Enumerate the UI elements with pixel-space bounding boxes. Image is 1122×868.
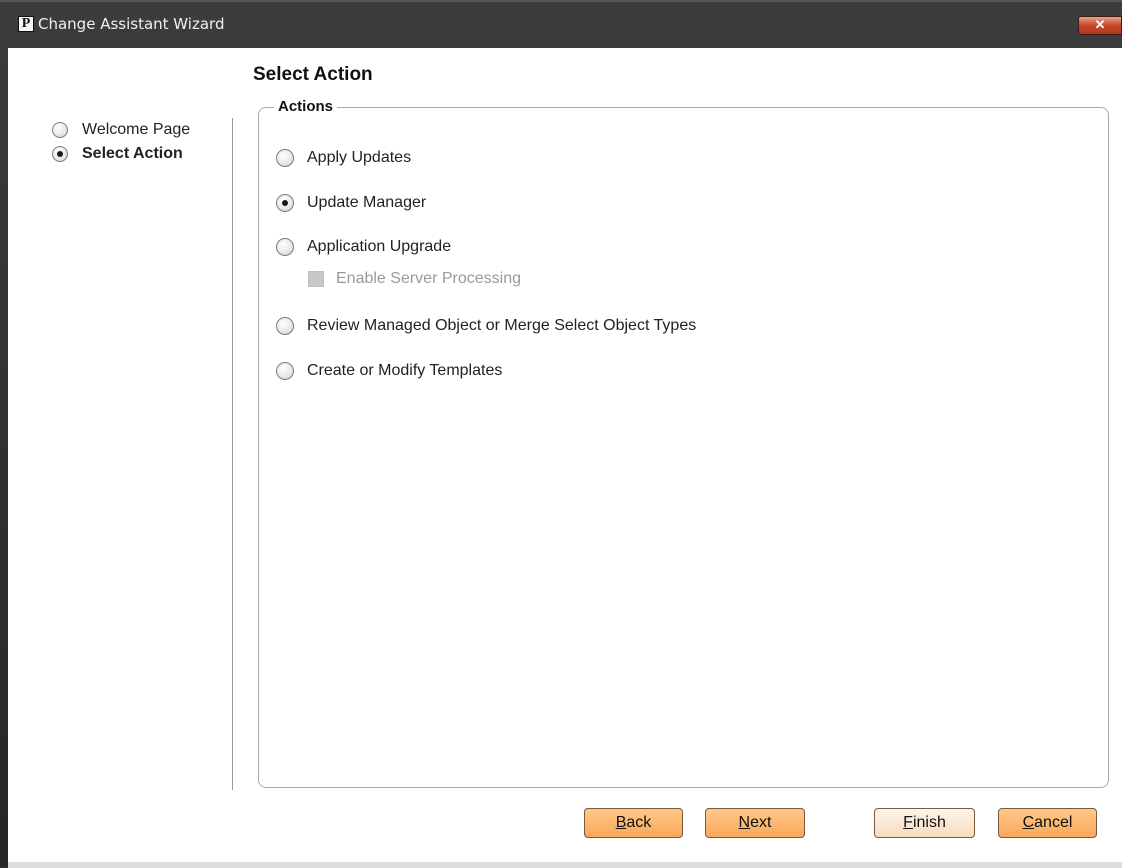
cancel-button[interactable]: Cancel (998, 808, 1097, 838)
checkbox-icon (308, 271, 324, 287)
nav-item-select-action[interactable]: Select Action (52, 144, 183, 164)
actions-group-legend: Actions (274, 98, 338, 115)
nav-item-label: Welcome Page (82, 121, 191, 138)
radio-selected-icon[interactable] (276, 194, 294, 212)
option-create-modify-templates[interactable]: Create or Modify Templates (276, 361, 502, 381)
cancel-mnemonic: C (1022, 814, 1035, 831)
option-label: Create or Modify Templates (307, 362, 503, 379)
page-title: Select Action (253, 64, 373, 85)
wizard-window: P Change Assistant Wizard ✕ Welcome Page… (0, 0, 1122, 868)
title-bar: P Change Assistant Wizard ✕ (0, 2, 1122, 48)
radio-icon[interactable] (276, 149, 294, 167)
next-mnemonic: N (738, 814, 751, 831)
window-title: Change Assistant Wizard (38, 15, 225, 33)
back-mnemonic: B (615, 814, 627, 831)
back-button[interactable]: Back (584, 808, 683, 838)
radio-icon[interactable] (276, 362, 294, 380)
nav-item-welcome-page[interactable]: Welcome Page (52, 120, 190, 140)
cancel-label: ancel (1034, 814, 1073, 831)
close-button[interactable]: ✕ (1078, 16, 1122, 35)
option-label: Update Manager (307, 194, 427, 211)
nav-item-label: Select Action (82, 145, 183, 162)
finish-label: inish (912, 814, 946, 831)
option-label: Apply Updates (307, 149, 412, 166)
next-button[interactable]: Next (705, 808, 805, 838)
enable-server-processing-checkbox: Enable Server Processing (308, 269, 521, 289)
checkbox-label: Enable Server Processing (336, 270, 521, 287)
option-label: Application Upgrade (307, 238, 452, 255)
finish-mnemonic: F (903, 814, 913, 831)
window-bottom-border (8, 862, 1122, 868)
radio-selected-icon (52, 146, 68, 162)
wizard-step-nav: Welcome Page Select Action (8, 48, 238, 788)
radio-icon[interactable] (276, 317, 294, 335)
back-label: ack (626, 814, 652, 831)
option-apply-updates[interactable]: Apply Updates (276, 148, 411, 168)
finish-button[interactable]: Finish (874, 808, 975, 838)
option-application-upgrade[interactable]: Application Upgrade (276, 237, 451, 257)
option-label: Review Managed Object or Merge Select Ob… (307, 317, 697, 334)
next-label: ext (750, 814, 772, 831)
peoplesoft-logo-icon: P (18, 16, 34, 32)
radio-icon[interactable] (276, 238, 294, 256)
radio-icon (52, 122, 68, 138)
nav-divider (232, 118, 233, 790)
option-review-managed-object[interactable]: Review Managed Object or Merge Select Ob… (276, 316, 696, 336)
wizard-body: Welcome Page Select Action Select Action… (8, 48, 1122, 862)
option-update-manager[interactable]: Update Manager (276, 193, 426, 213)
